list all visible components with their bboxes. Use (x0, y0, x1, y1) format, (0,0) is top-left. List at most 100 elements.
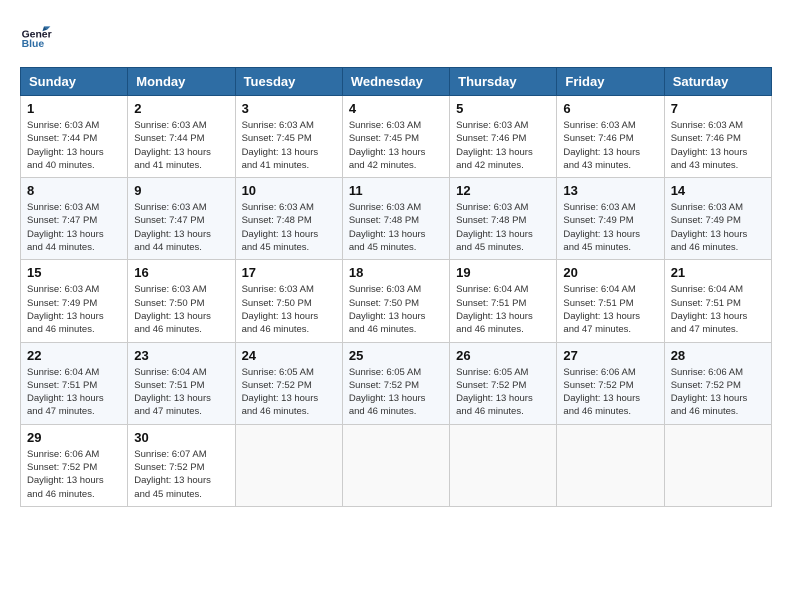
weekday-header: Monday (128, 68, 235, 96)
day-number: 7 (671, 101, 765, 116)
day-info: Sunrise: 6:03 AM Sunset: 7:49 PM Dayligh… (671, 201, 765, 254)
calendar-day-cell (342, 424, 449, 506)
day-number: 6 (563, 101, 657, 116)
calendar-day-cell: 28 Sunrise: 6:06 AM Sunset: 7:52 PM Dayli… (664, 342, 771, 424)
day-info: Sunrise: 6:03 AM Sunset: 7:50 PM Dayligh… (349, 283, 443, 336)
calendar-day-cell: 27 Sunrise: 6:06 AM Sunset: 7:52 PM Dayli… (557, 342, 664, 424)
day-number: 15 (27, 265, 121, 280)
calendar-day-cell: 7 Sunrise: 6:03 AM Sunset: 7:46 PM Daylig… (664, 96, 771, 178)
calendar-day-cell: 11 Sunrise: 6:03 AM Sunset: 7:48 PM Dayli… (342, 178, 449, 260)
day-info: Sunrise: 6:03 AM Sunset: 7:48 PM Dayligh… (456, 201, 550, 254)
logo-icon: General Blue (20, 20, 52, 52)
calendar-table: SundayMondayTuesdayWednesdayThursdayFrid… (20, 67, 772, 507)
day-number: 22 (27, 348, 121, 363)
day-info: Sunrise: 6:03 AM Sunset: 7:49 PM Dayligh… (27, 283, 121, 336)
day-number: 11 (349, 183, 443, 198)
calendar-day-cell: 6 Sunrise: 6:03 AM Sunset: 7:46 PM Daylig… (557, 96, 664, 178)
calendar-day-cell: 3 Sunrise: 6:03 AM Sunset: 7:45 PM Daylig… (235, 96, 342, 178)
calendar-day-cell: 17 Sunrise: 6:03 AM Sunset: 7:50 PM Dayli… (235, 260, 342, 342)
calendar-day-cell: 23Sunrise: 6:04 AM Sunset: 7:51 PM Dayli… (128, 342, 235, 424)
day-number: 30 (134, 430, 228, 445)
day-info: Sunrise: 6:06 AM Sunset: 7:52 PM Dayligh… (563, 366, 657, 419)
day-number: 28 (671, 348, 765, 363)
calendar-day-cell (557, 424, 664, 506)
day-number: 13 (563, 183, 657, 198)
calendar-day-cell: 9Sunrise: 6:03 AM Sunset: 7:47 PM Daylig… (128, 178, 235, 260)
calendar-day-cell: 15 Sunrise: 6:03 AM Sunset: 7:49 PM Dayli… (21, 260, 128, 342)
day-number: 2 (134, 101, 228, 116)
calendar-day-cell: 19 Sunrise: 6:04 AM Sunset: 7:51 PM Dayli… (450, 260, 557, 342)
weekday-header: Tuesday (235, 68, 342, 96)
calendar-day-cell: 13 Sunrise: 6:03 AM Sunset: 7:49 PM Dayli… (557, 178, 664, 260)
day-info: Sunrise: 6:03 AM Sunset: 7:48 PM Dayligh… (349, 201, 443, 254)
calendar-week-row: 22 Sunrise: 6:04 AM Sunset: 7:51 PM Dayli… (21, 342, 772, 424)
calendar-day-cell: 5Sunrise: 6:03 AM Sunset: 7:46 PM Daylig… (450, 96, 557, 178)
day-info: Sunrise: 6:04 AM Sunset: 7:51 PM Dayligh… (456, 283, 550, 336)
logo: General Blue (20, 20, 58, 52)
day-info: Sunrise: 6:04 AM Sunset: 7:51 PM Dayligh… (563, 283, 657, 336)
calendar-day-cell: 20 Sunrise: 6:04 AM Sunset: 7:51 PM Dayli… (557, 260, 664, 342)
weekday-header: Sunday (21, 68, 128, 96)
day-info: Sunrise: 6:03 AM Sunset: 7:46 PM Dayligh… (456, 119, 550, 172)
day-info: Sunrise: 6:05 AM Sunset: 7:52 PM Dayligh… (349, 366, 443, 419)
weekday-header: Wednesday (342, 68, 449, 96)
day-number: 29 (27, 430, 121, 445)
calendar-day-cell (664, 424, 771, 506)
day-number: 27 (563, 348, 657, 363)
calendar-week-row: 8 Sunrise: 6:03 AM Sunset: 7:47 PM Daylig… (21, 178, 772, 260)
calendar-day-cell: 12 Sunrise: 6:03 AM Sunset: 7:48 PM Dayli… (450, 178, 557, 260)
day-info: Sunrise: 6:03 AM Sunset: 7:50 PM Dayligh… (134, 283, 228, 336)
day-info: Sunrise: 6:03 AM Sunset: 7:45 PM Dayligh… (349, 119, 443, 172)
day-info: Sunrise: 6:03 AM Sunset: 7:46 PM Dayligh… (671, 119, 765, 172)
day-number: 1 (27, 101, 121, 116)
day-number: 26 (456, 348, 550, 363)
calendar-day-cell: 25 Sunrise: 6:05 AM Sunset: 7:52 PM Dayli… (342, 342, 449, 424)
day-number: 9 (134, 183, 228, 198)
day-info: Sunrise: 6:04 AM Sunset: 7:51 PM Dayligh… (27, 366, 121, 419)
day-info: Sunrise: 6:03 AM Sunset: 7:50 PM Dayligh… (242, 283, 336, 336)
calendar-day-cell (450, 424, 557, 506)
day-number: 24 (242, 348, 336, 363)
weekday-header: Saturday (664, 68, 771, 96)
weekday-header: Friday (557, 68, 664, 96)
day-number: 19 (456, 265, 550, 280)
day-info: Sunrise: 6:03 AM Sunset: 7:47 PM Dayligh… (27, 201, 121, 254)
calendar-day-cell: 8 Sunrise: 6:03 AM Sunset: 7:47 PM Daylig… (21, 178, 128, 260)
calendar-day-cell: 4 Sunrise: 6:03 AM Sunset: 7:45 PM Daylig… (342, 96, 449, 178)
calendar-week-row: 29Sunrise: 6:06 AM Sunset: 7:52 PM Dayli… (21, 424, 772, 506)
calendar-day-cell: 26Sunrise: 6:05 AM Sunset: 7:52 PM Dayli… (450, 342, 557, 424)
day-number: 18 (349, 265, 443, 280)
day-info: Sunrise: 6:03 AM Sunset: 7:45 PM Dayligh… (242, 119, 336, 172)
calendar-day-cell: 10 Sunrise: 6:03 AM Sunset: 7:48 PM Dayli… (235, 178, 342, 260)
day-number: 12 (456, 183, 550, 198)
day-info: Sunrise: 6:03 AM Sunset: 7:46 PM Dayligh… (563, 119, 657, 172)
calendar-day-cell: 2 Sunrise: 6:03 AM Sunset: 7:44 PM Daylig… (128, 96, 235, 178)
calendar-day-cell: 14Sunrise: 6:03 AM Sunset: 7:49 PM Dayli… (664, 178, 771, 260)
calendar-header-row: SundayMondayTuesdayWednesdayThursdayFrid… (21, 68, 772, 96)
calendar-day-cell: 16 Sunrise: 6:03 AM Sunset: 7:50 PM Dayli… (128, 260, 235, 342)
day-number: 17 (242, 265, 336, 280)
day-info: Sunrise: 6:06 AM Sunset: 7:52 PM Dayligh… (671, 366, 765, 419)
calendar-day-cell: 1 Sunrise: 6:03 AM Sunset: 7:44 PM Daylig… (21, 96, 128, 178)
day-info: Sunrise: 6:03 AM Sunset: 7:49 PM Dayligh… (563, 201, 657, 254)
calendar-week-row: 1 Sunrise: 6:03 AM Sunset: 7:44 PM Daylig… (21, 96, 772, 178)
calendar-day-cell (235, 424, 342, 506)
page-header: General Blue (20, 20, 772, 52)
day-info: Sunrise: 6:07 AM Sunset: 7:52 PM Dayligh… (134, 448, 228, 501)
day-info: Sunrise: 6:03 AM Sunset: 7:44 PM Dayligh… (134, 119, 228, 172)
day-info: Sunrise: 6:03 AM Sunset: 7:48 PM Dayligh… (242, 201, 336, 254)
day-info: Sunrise: 6:03 AM Sunset: 7:44 PM Dayligh… (27, 119, 121, 172)
day-number: 4 (349, 101, 443, 116)
calendar-day-cell: 30 Sunrise: 6:07 AM Sunset: 7:52 PM Dayli… (128, 424, 235, 506)
calendar-day-cell: 21Sunrise: 6:04 AM Sunset: 7:51 PM Dayli… (664, 260, 771, 342)
day-number: 16 (134, 265, 228, 280)
day-number: 10 (242, 183, 336, 198)
day-number: 25 (349, 348, 443, 363)
day-number: 3 (242, 101, 336, 116)
calendar-day-cell: 29Sunrise: 6:06 AM Sunset: 7:52 PM Dayli… (21, 424, 128, 506)
day-number: 8 (27, 183, 121, 198)
calendar-day-cell: 22 Sunrise: 6:04 AM Sunset: 7:51 PM Dayli… (21, 342, 128, 424)
weekday-header: Thursday (450, 68, 557, 96)
calendar-day-cell: 18 Sunrise: 6:03 AM Sunset: 7:50 PM Dayli… (342, 260, 449, 342)
day-number: 20 (563, 265, 657, 280)
